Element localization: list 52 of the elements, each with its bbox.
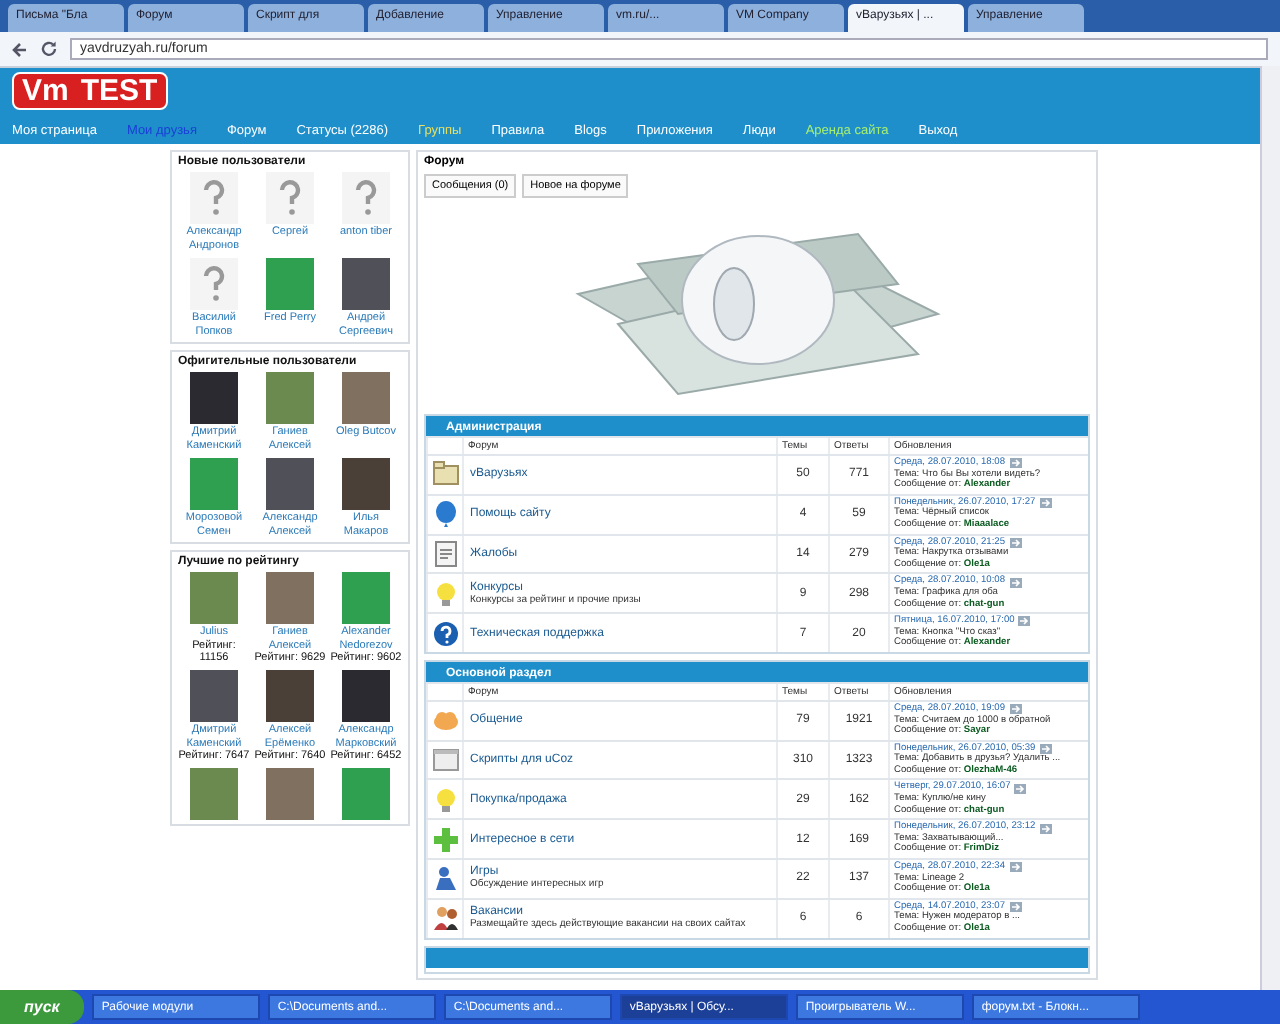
figure-icon	[431, 864, 459, 893]
question-mark-icon	[354, 180, 378, 216]
photo-placeholder[interactable]	[342, 258, 390, 310]
avatar-placeholder[interactable]	[190, 172, 238, 224]
arrow-icon[interactable]	[1039, 823, 1052, 834]
photo-placeholder[interactable]	[266, 458, 314, 510]
help-icon	[431, 619, 459, 648]
photo-placeholder[interactable]	[190, 768, 238, 820]
photo-placeholder[interactable]	[342, 572, 390, 624]
photo-placeholder[interactable]	[342, 768, 390, 820]
photo-placeholder[interactable]	[342, 458, 390, 510]
photo-placeholder[interactable]	[190, 458, 238, 510]
arrow-icon[interactable]	[1009, 704, 1022, 715]
photo-placeholder[interactable]	[266, 372, 314, 424]
photo-placeholder[interactable]	[190, 572, 238, 624]
photo-placeholder[interactable]	[342, 372, 390, 424]
question-mark-icon	[278, 180, 302, 216]
photo-placeholder[interactable]	[190, 670, 238, 722]
plus-icon	[431, 825, 459, 854]
scrollbar[interactable]	[1260, 66, 1280, 990]
arrow-icon[interactable]	[1009, 537, 1022, 548]
arrow-icon[interactable]	[1009, 577, 1022, 588]
reload-icon[interactable]	[40, 40, 58, 58]
window-icon	[431, 746, 459, 775]
arrow-icon[interactable]	[1009, 862, 1022, 873]
light-bulb-icon	[431, 785, 459, 814]
cloud-icon	[431, 706, 459, 735]
avatar-placeholder[interactable]	[190, 258, 238, 310]
photo-placeholder[interactable]	[266, 572, 314, 624]
back-icon[interactable]	[12, 41, 28, 57]
question-mark-icon	[202, 180, 226, 216]
arrow-icon[interactable]	[1039, 743, 1052, 754]
photo-placeholder[interactable]	[190, 372, 238, 424]
arrow-icon[interactable]	[1009, 902, 1022, 913]
balloon-icon	[431, 500, 459, 529]
arrow-icon[interactable]	[1014, 783, 1027, 794]
arrow-icon[interactable]	[1018, 616, 1031, 627]
document-icon	[431, 539, 459, 568]
photo-placeholder[interactable]	[266, 768, 314, 820]
folder-icon	[431, 460, 459, 489]
start-button[interactable]: пуск	[0, 990, 84, 1024]
avatar-placeholder[interactable]	[266, 172, 314, 224]
photo-placeholder[interactable]	[266, 258, 314, 310]
arrow-icon[interactable]	[1039, 498, 1052, 509]
photo-placeholder[interactable]	[342, 670, 390, 722]
light-bulb-icon	[431, 579, 459, 608]
people-icon	[431, 904, 459, 933]
question-mark-icon	[202, 266, 226, 302]
site-logo[interactable]: Vm TEST	[12, 72, 168, 110]
arrow-icon[interactable]	[1009, 458, 1022, 469]
avatar-placeholder[interactable]	[342, 172, 390, 224]
photo-placeholder[interactable]	[266, 670, 314, 722]
